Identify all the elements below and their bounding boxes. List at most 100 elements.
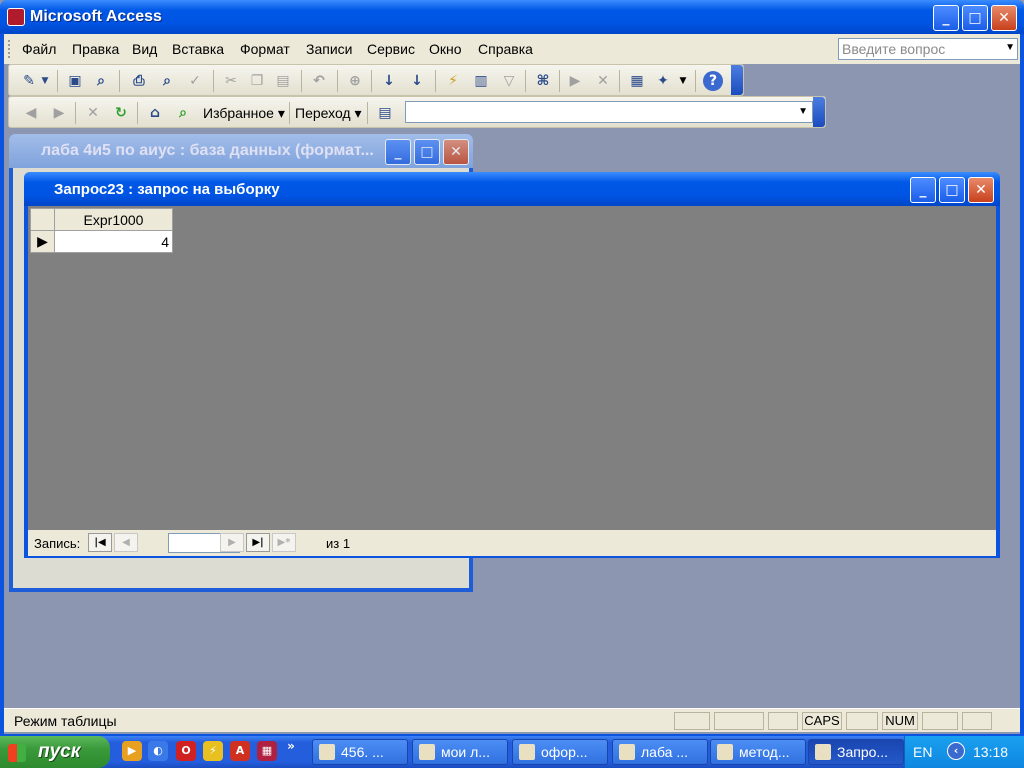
menu-file[interactable]: Файл <box>22 41 56 57</box>
taskbar-item[interactable]: офор... <box>512 739 608 765</box>
copy-icon[interactable]: ❐ <box>247 71 267 91</box>
record-selector[interactable]: ▶ <box>30 230 55 253</box>
access-key-icon <box>7 8 25 26</box>
apply-filter-icon[interactable]: ▽ <box>499 71 519 91</box>
new-object-icon[interactable]: ✦ <box>653 71 673 91</box>
show-only-web-toolbar-icon[interactable]: ▤ <box>375 103 395 123</box>
address-combobox[interactable]: ▼ <box>405 101 813 123</box>
select-all-cell[interactable] <box>30 208 55 231</box>
minimize-button[interactable]: _ <box>933 5 959 31</box>
save-icon[interactable]: ▣ <box>65 71 85 91</box>
database-window-title-bar[interactable]: лаба 4и5 по аиус : база данных (формат..… <box>9 134 473 168</box>
next-record-button[interactable]: ▶ <box>220 533 244 552</box>
acrobat-icon[interactable]: A <box>230 741 250 761</box>
address-dropdown-icon[interactable]: ▼ <box>798 106 808 117</box>
column-header[interactable]: Expr1000 <box>54 208 173 231</box>
menu-insert[interactable]: Вставка <box>172 41 224 57</box>
toolbar-options-chevron[interactable] <box>813 97 825 127</box>
menu-records[interactable]: Записи <box>306 41 352 57</box>
home-icon[interactable]: ⌂ <box>145 103 165 123</box>
new-object-dropdown-icon[interactable]: ▼ <box>677 71 689 91</box>
filter-by-selection-icon[interactable]: ⚡ <box>443 71 463 91</box>
media-player-icon[interactable]: ▶ <box>122 741 142 761</box>
quicklaunch-app-icon[interactable]: ⚡ <box>203 741 223 761</box>
stop-icon[interactable]: ✕ <box>83 103 103 123</box>
new-record-button[interactable]: ▶* <box>272 533 296 552</box>
close-button[interactable]: ✕ <box>991 5 1017 31</box>
taskbar-item-active[interactable]: Запро... <box>808 739 904 765</box>
sort-ascending-icon[interactable]: ↓ <box>379 71 399 91</box>
quicklaunch-more-icon[interactable]: » <box>284 736 298 756</box>
taskbar-item[interactable]: мои л... <box>412 739 508 765</box>
filter-by-form-icon[interactable]: ▥ <box>471 71 491 91</box>
quicklaunch-app-icon[interactable]: ▦ <box>257 741 277 761</box>
forward-icon[interactable]: ▶ <box>49 103 69 123</box>
sort-descending-icon[interactable]: ↓ <box>407 71 427 91</box>
task-label: мои л... <box>441 744 490 760</box>
toolbar-separator <box>75 102 76 124</box>
toolbar-separator <box>367 102 368 124</box>
menu-grip[interactable] <box>8 40 11 58</box>
spelling-icon[interactable]: ✓ <box>185 71 205 91</box>
app-title-bar[interactable]: Microsoft Access _ □ ✕ <box>0 0 1024 34</box>
new-record-icon[interactable]: ▶ <box>565 71 585 91</box>
query-window: Запрос23 : запрос на выборку _ □ ✕ Expr1… <box>24 172 1000 558</box>
last-record-button[interactable]: ▶| <box>246 533 270 552</box>
query-maximize-button[interactable]: □ <box>939 177 965 203</box>
show-hidden-icons-icon[interactable]: ‹ <box>947 742 965 760</box>
search-file-icon[interactable]: ⌕ <box>91 71 111 91</box>
print-preview-icon[interactable]: ⌕ <box>157 71 177 91</box>
taskbar-item[interactable]: метод... <box>710 739 806 765</box>
task-icon <box>319 744 335 760</box>
insert-hyperlink-icon[interactable]: ⊕ <box>345 71 365 91</box>
favorites-button[interactable]: Избранное ▾ <box>203 105 285 122</box>
toolbar-separator <box>337 70 338 92</box>
delete-record-icon[interactable]: ✕ <box>593 71 613 91</box>
task-label: офор... <box>541 744 588 760</box>
datasheet-grid: Expr1000 ▶ 4 <box>30 208 173 253</box>
system-tray: EN ‹ 13:18 <box>904 736 1024 768</box>
cut-icon[interactable]: ✂ <box>221 71 241 91</box>
print-icon[interactable]: ⎙ <box>129 71 149 91</box>
datasheet-toolbar: ✎ ▼ ▣ ⌕ ⎙ ⌕ ✓ ✂ ❐ ▤ ↶ ⊕ ↓ ↓ ⚡ ▥ ▽ ⌘ ▶ ✕ … <box>8 64 744 96</box>
start-button[interactable]: пуск <box>0 736 110 768</box>
previous-record-button[interactable]: ◀ <box>114 533 138 552</box>
dropdown-arrow-icon[interactable]: ▼ <box>1005 42 1015 53</box>
find-icon[interactable]: ⌘ <box>533 71 553 91</box>
taskbar-item[interactable]: 456. ... <box>312 739 408 765</box>
database-window-icon[interactable]: ▦ <box>627 71 647 91</box>
menu-format[interactable]: Формат <box>240 41 290 57</box>
refresh-icon[interactable]: ↻ <box>111 103 131 123</box>
record-navigation-bar: Запись: |◀ ◀ 1 ▶ ▶| ▶* из 1 <box>28 530 996 556</box>
maximize-button[interactable]: □ <box>962 5 988 31</box>
toolbar-options-chevron[interactable] <box>731 65 743 95</box>
undo-icon[interactable]: ↶ <box>309 71 329 91</box>
taskbar-item[interactable]: лаба ... <box>612 739 708 765</box>
quicklaunch-app-icon[interactable]: ◐ <box>148 741 168 761</box>
menu-tools[interactable]: Сервис <box>367 41 415 57</box>
db-close-button[interactable]: ✕ <box>443 139 469 165</box>
menu-edit[interactable]: Правка <box>72 41 119 57</box>
menu-window[interactable]: Окно <box>429 41 462 57</box>
view-icon[interactable]: ✎ <box>19 71 39 91</box>
query-close-button[interactable]: ✕ <box>968 177 994 203</box>
query-minimize-button[interactable]: _ <box>910 177 936 203</box>
db-minimize-button[interactable]: _ <box>385 139 411 165</box>
opera-icon[interactable]: O <box>176 741 196 761</box>
first-record-button[interactable]: |◀ <box>88 533 112 552</box>
ask-question-box[interactable]: Введите вопрос ▼ <box>838 38 1018 60</box>
menu-view[interactable]: Вид <box>132 41 157 57</box>
clock: 13:18 <box>973 744 1009 760</box>
language-indicator[interactable]: EN <box>913 744 932 760</box>
paste-icon[interactable]: ▤ <box>273 71 293 91</box>
go-button[interactable]: Переход ▾ <box>295 105 362 122</box>
menu-help[interactable]: Справка <box>478 41 533 57</box>
back-icon[interactable]: ◀ <box>21 103 41 123</box>
db-maximize-button[interactable]: □ <box>414 139 440 165</box>
search-web-icon[interactable]: ⌕ <box>173 103 193 123</box>
view-dropdown-icon[interactable]: ▼ <box>39 71 51 91</box>
taskbar: пуск ▶ ◐ O ⚡ A ▦ » 456. ... мои л... офо… <box>0 736 1024 768</box>
help-icon[interactable]: ? <box>703 71 723 91</box>
table-cell[interactable]: 4 <box>54 230 173 253</box>
query-window-title-bar[interactable]: Запрос23 : запрос на выборку _ □ ✕ <box>24 172 1000 206</box>
